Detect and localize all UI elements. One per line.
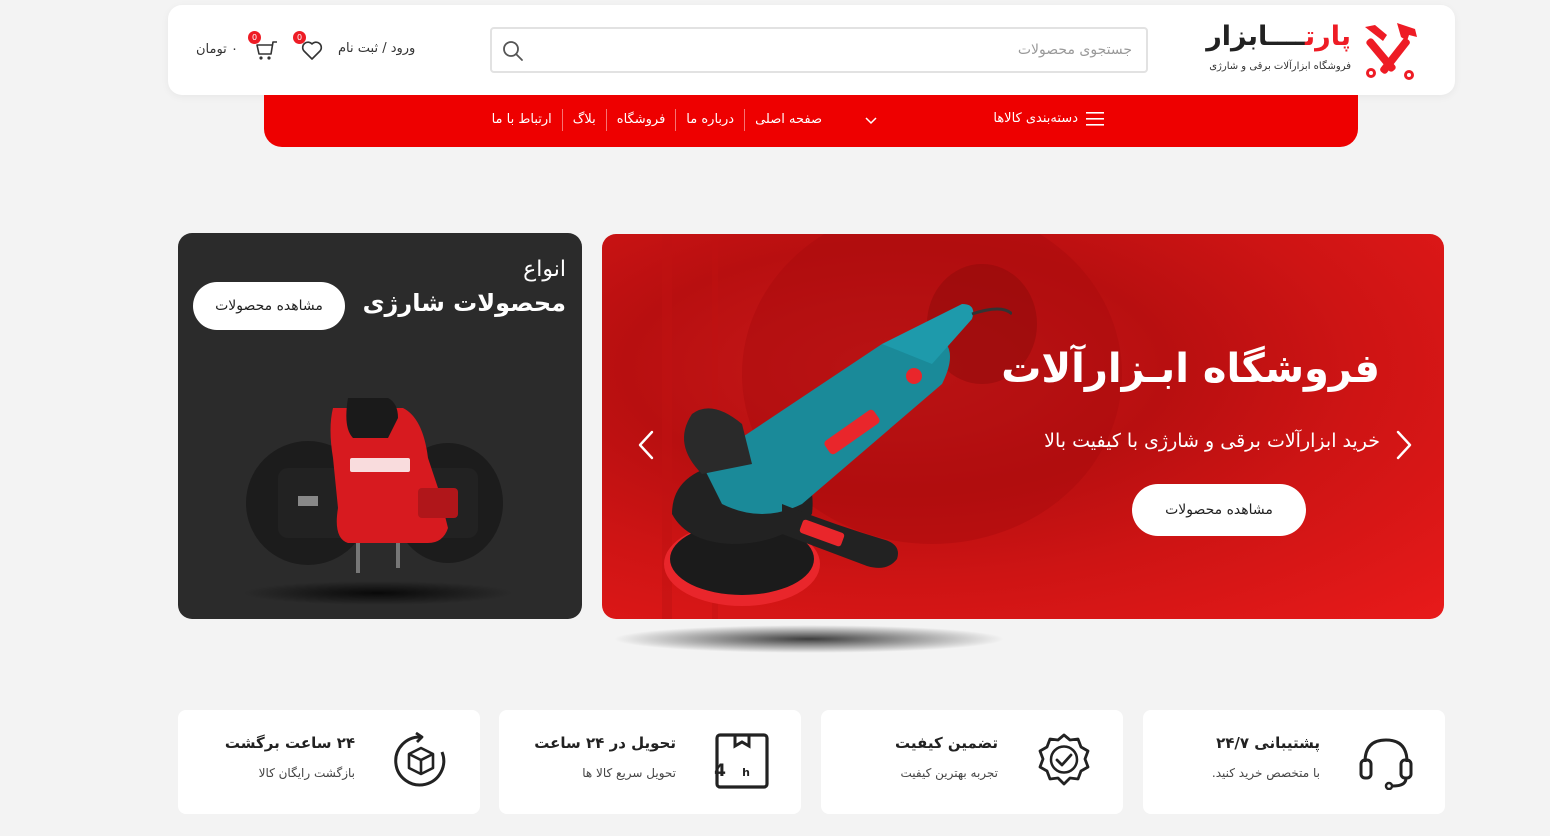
side-banner-view-products-button[interactable]: مشاهده محصولات [193, 282, 345, 330]
feature-24h-delivery: 24 h تحویل در ۲۴ ساعت تحویل سریع کالا ها [499, 710, 801, 814]
side-banner-title: محصولات شارژی [362, 289, 566, 317]
nav-item-shop[interactable]: فروشگاه [607, 109, 676, 131]
nav-menu: صفحه اصلی درباره ما فروشگاه بلاگ ارتباط … [482, 109, 832, 131]
nav-divider [675, 109, 677, 131]
hamburger-icon [1086, 111, 1104, 126]
hero-product-shadow [614, 625, 1004, 653]
svg-text:h: h [742, 766, 750, 779]
side-banner-pretitle: انواع [523, 257, 566, 282]
wishlist-count-badge: 0 [293, 31, 306, 44]
logo-tagline: فروشگاه ابزارآلات برقی و شارژی [1209, 61, 1351, 72]
search-icon[interactable] [502, 40, 524, 62]
wishlist-button[interactable]: 0 [293, 31, 324, 62]
return-box-icon [394, 732, 446, 787]
hero-title: فروشگاه ابـزارآلات [1001, 346, 1380, 392]
hero-subtitle: خرید ابزارآلات برقی و شارژی با کیفیت بال… [1044, 430, 1380, 452]
feature-support: پشتیبانی ۲۴/۷ با متخصص خرید کنید. [1143, 710, 1445, 814]
feature-quality: تضمین کیفیت تجربه بهترین کیفیت [821, 710, 1123, 814]
search-box [490, 27, 1148, 73]
feature-subtitle: تجربه بهترین کیفیت [900, 766, 998, 780]
nav-item-about[interactable]: درباره ما [676, 109, 744, 131]
feature-24h-return: ۲۴ ساعت برگشت بازگشت رایگان کالا [178, 710, 480, 814]
tools-logo-icon [1365, 23, 1417, 80]
categories-menu-button[interactable]: دسته‌بندی کالاها [993, 111, 1104, 126]
slider-next-arrow-icon[interactable] [1394, 430, 1414, 460]
headset-icon [1359, 738, 1413, 790]
feature-subtitle: بازگشت رایگان کالا [258, 766, 355, 780]
feature-subtitle: با متخصص خرید کنید. [1211, 766, 1320, 780]
chevron-down-icon[interactable] [864, 114, 878, 128]
feature-title: ۲۴ ساعت برگشت [224, 734, 355, 752]
feature-title: تحویل در ۲۴ ساعت [534, 734, 676, 752]
cart-button[interactable]: 0 [248, 31, 278, 62]
feature-title: تضمین کیفیت [895, 734, 998, 752]
nav-divider [605, 109, 607, 131]
cart-count-badge: 0 [248, 31, 261, 44]
polisher-product-image [664, 304, 1012, 606]
login-register-link[interactable]: ورود / ثبت نام [338, 41, 415, 56]
site-logo[interactable]: پارتــــابزار فروشگاه ابزارآلات برقی و ش… [1206, 21, 1421, 83]
nav-divider [561, 109, 563, 131]
cart-total[interactable]: ۰ تومان [196, 42, 238, 57]
main-nav: دسته‌بندی کالاها صفحه اصلی درباره ما فرو… [264, 95, 1358, 147]
feature-subtitle: تحویل سریع کالا ها [582, 766, 676, 780]
nav-item-home[interactable]: صفحه اصلی [745, 109, 832, 131]
side-banner: انواع محصولات شارژی مشاهده محصولات [178, 233, 582, 619]
slider-prev-arrow-icon[interactable] [636, 430, 656, 460]
nav-divider [744, 109, 746, 131]
bandsaw-product-image [243, 398, 513, 605]
hero-view-products-button[interactable]: مشاهده محصولات [1132, 484, 1306, 536]
feature-title: پشتیبانی ۲۴/۷ [1216, 734, 1320, 752]
svg-text:24: 24 [713, 761, 726, 781]
nav-item-blog[interactable]: بلاگ [563, 109, 606, 131]
quality-badge-icon [1038, 733, 1090, 786]
site-header: پارتــــابزار فروشگاه ابزارآلات برقی و ش… [168, 5, 1455, 95]
24h-delivery-icon: 24 h [713, 733, 769, 789]
categories-label: دسته‌بندی کالاها [993, 111, 1078, 126]
search-input[interactable] [572, 38, 1132, 62]
hero-slider: فروشگاه ابـزارآلات خرید ابزارآلات برقی و… [602, 234, 1444, 619]
logo-wordmark: پارتــــابزار [1206, 21, 1352, 52]
nav-item-contact[interactable]: ارتباط با ما [482, 109, 562, 131]
